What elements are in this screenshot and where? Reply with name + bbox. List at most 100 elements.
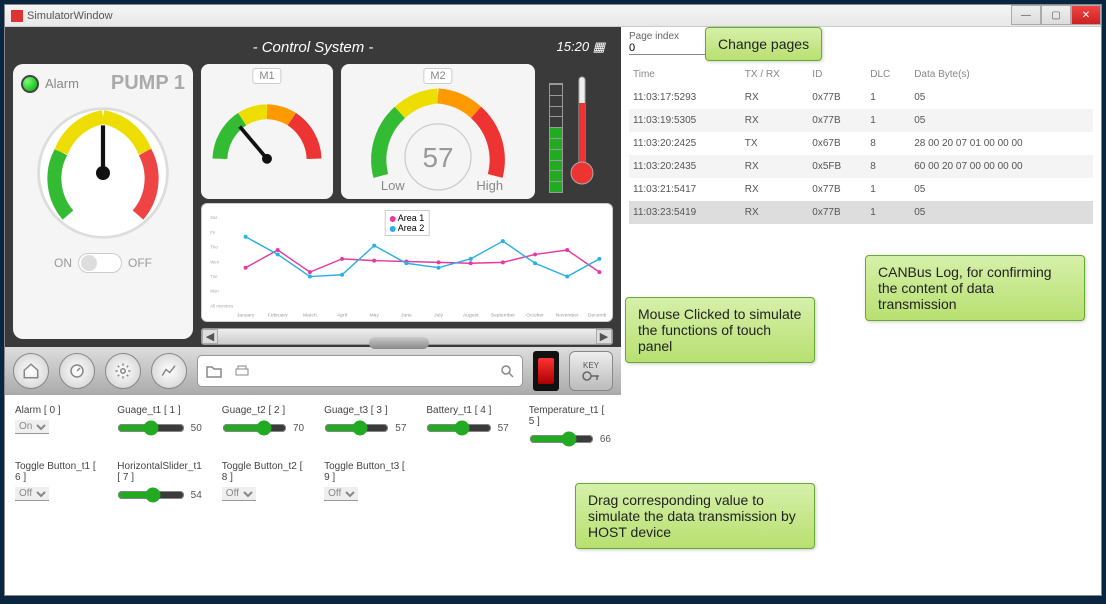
svg-text:January: January <box>237 312 255 318</box>
svg-text:July: July <box>434 312 443 318</box>
table-row[interactable]: 11:03:20:2425TX0x67B828 00 20 07 01 00 0… <box>629 132 1093 155</box>
alarm-label: Alarm <box>45 76 79 91</box>
svg-text:March: March <box>303 312 317 318</box>
slider-label: Alarm [ 0 ] <box>15 405 97 416</box>
table-row[interactable]: 11:03:23:5419RX0x77B105 <box>629 201 1093 224</box>
svg-text:All monitors: All monitors <box>210 303 234 308</box>
minimize-button[interactable]: — <box>1011 5 1041 25</box>
settings-button[interactable] <box>105 353 141 389</box>
slider-label: HorizontalSlider_t1 [ 7 ] <box>117 461 202 483</box>
gauge-m1: M1 <box>201 64 333 199</box>
svg-text:April: April <box>337 312 347 318</box>
close-button[interactable]: ✕ <box>1071 5 1101 25</box>
svg-text:May: May <box>370 312 380 318</box>
table-row[interactable]: 11:03:17:5293RX0x77B105 <box>629 86 1093 109</box>
svg-text:September: September <box>491 312 516 318</box>
slider-value: 54 <box>191 490 202 501</box>
slider-label: Guage_t3 [ 3 ] <box>324 405 406 416</box>
svg-text:Tho: Tho <box>210 245 218 250</box>
scroll-right-icon[interactable]: ▶ <box>596 329 612 344</box>
high-label: High <box>476 178 503 193</box>
page-index-label: Page index <box>629 31 1093 42</box>
power-switch[interactable] <box>533 351 559 391</box>
callout-mouse: Mouse Clicked to simulate the functions … <box>625 297 815 363</box>
slider-select[interactable]: Off <box>222 487 256 501</box>
slider-select[interactable]: Off <box>324 487 358 501</box>
slider-select[interactable]: On <box>15 420 49 434</box>
slider-label: Toggle Button_t2 [ 8 ] <box>222 461 304 483</box>
battery-bar <box>549 83 563 193</box>
table-row[interactable]: 11:03:20:2435RX0x5FB860 00 20 07 00 00 0… <box>629 155 1093 178</box>
slider-item: Battery_t1 [ 4 ] 57 <box>426 405 508 447</box>
slider-label: Toggle Button_t1 [ 6 ] <box>15 461 97 483</box>
search-box[interactable] <box>197 355 523 387</box>
svg-text:June: June <box>401 312 412 318</box>
slider-label: Guage_t1 [ 1 ] <box>117 405 202 416</box>
key-button[interactable]: KEY <box>569 351 613 391</box>
maximize-button[interactable]: ▢ <box>1041 5 1071 25</box>
slider-label: Battery_t1 [ 4 ] <box>426 405 508 416</box>
home-button[interactable] <box>13 353 49 389</box>
on-label: ON <box>54 256 72 270</box>
slider-input[interactable] <box>222 420 287 436</box>
print-icon[interactable] <box>234 364 250 378</box>
log-header: DLC <box>866 63 910 86</box>
log-header: Time <box>629 63 741 86</box>
folder-icon[interactable] <box>206 364 222 378</box>
slider-input[interactable] <box>117 420 184 436</box>
svg-text:October: October <box>526 312 544 318</box>
slider-input[interactable] <box>117 487 184 503</box>
sliders-panel: Alarm [ 0 ]OnGuage_t1 [ 1 ]50Guage_t2 [ … <box>5 395 621 513</box>
m1-label: M1 <box>252 68 281 84</box>
page-index-input[interactable] <box>629 42 709 55</box>
svg-text:Fri: Fri <box>210 230 215 235</box>
gauge-m2: M2 57 Low <box>341 64 535 199</box>
pump-toggle[interactable] <box>78 253 122 273</box>
battery-thermo <box>543 64 613 199</box>
svg-text:December: December <box>588 312 606 318</box>
slider-value: 70 <box>293 423 304 434</box>
pump-card: Alarm PUMP 1 <box>13 64 193 339</box>
svg-text:November: November <box>556 312 579 318</box>
slider-item: HorizontalSlider_t1 [ 7 ] 54 <box>117 461 202 503</box>
slider-input[interactable] <box>426 420 491 436</box>
slider-value: 50 <box>191 423 202 434</box>
app-icon <box>11 10 23 22</box>
log-header: Data Byte(s) <box>910 63 1093 86</box>
slider-value: 66 <box>600 434 611 445</box>
pump-gauge <box>33 103 173 243</box>
scroll-left-icon[interactable]: ◀ <box>202 329 218 344</box>
dashboard-title: - Control System - <box>253 39 374 56</box>
window-title: SimulatorWindow <box>27 10 113 22</box>
callout-canbus: CANBus Log, for confirming the content o… <box>865 255 1085 321</box>
chart-button[interactable] <box>151 353 187 389</box>
svg-text:Wen: Wen <box>210 259 220 264</box>
svg-text:Sat: Sat <box>210 215 217 220</box>
slider-value: 57 <box>395 423 406 434</box>
slider-select[interactable]: Off <box>15 487 49 501</box>
callout-pages: Change pages <box>705 27 822 61</box>
slider-item: Guage_t3 [ 3 ] 57 <box>324 405 406 447</box>
search-icon[interactable] <box>500 364 514 378</box>
table-row[interactable]: 11:03:19:5305RX0x77B105 <box>629 109 1093 132</box>
slider-item: Guage_t1 [ 1 ] 50 <box>117 405 202 447</box>
svg-text:August: August <box>463 312 479 318</box>
slider-input[interactable] <box>324 420 389 436</box>
slider-label: Temperature_t1 [ 5 ] <box>529 405 611 427</box>
low-label: Low <box>381 178 405 193</box>
table-row[interactable]: 11:03:21:5417RX0x77B105 <box>629 178 1093 201</box>
page-index: Page index <box>629 31 1093 55</box>
slider-item: Toggle Button_t2 [ 8 ] Off <box>222 461 304 503</box>
gauge-button[interactable] <box>59 353 95 389</box>
slider-label: Toggle Button_t3 [ 9 ] <box>324 461 406 483</box>
horizontal-scrollbar[interactable]: ◀ ▶ <box>201 328 613 345</box>
slider-item: Alarm [ 0 ] On <box>15 405 97 447</box>
slider-item: Toggle Button_t3 [ 9 ] Off <box>324 461 406 503</box>
m2-label: M2 <box>423 68 452 84</box>
dashboard-time: 15:20 ▦ <box>557 39 605 55</box>
slider-input[interactable] <box>529 431 594 447</box>
svg-text:February: February <box>268 312 288 318</box>
log-header: TX / RX <box>741 63 809 86</box>
scroll-thumb[interactable] <box>369 337 429 349</box>
slider-value: 57 <box>498 423 509 434</box>
